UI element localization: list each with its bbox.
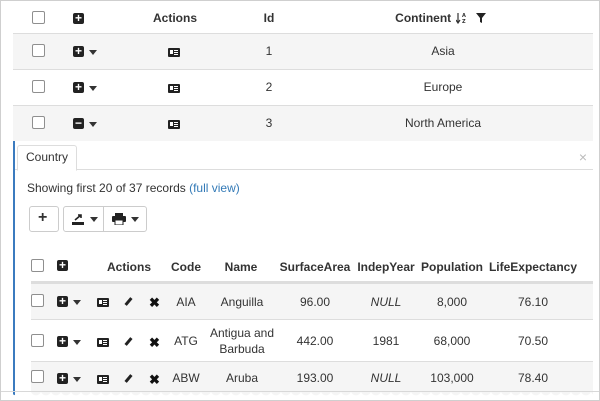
view-record-icon[interactable] [168,120,180,129]
delete-icon[interactable]: ✖ [149,295,160,311]
edit-icon[interactable] [124,337,133,346]
view-record-icon[interactable] [97,375,109,384]
row-checkbox[interactable] [32,80,45,93]
header-actions: Actions [152,11,197,25]
header-indep-year[interactable]: IndepYear [355,251,417,281]
detail-row[interactable]: + ✖ ATG Antigua and Barbuda 442.00 1981 … [31,319,593,362]
row-dropdown-caret-icon[interactable] [73,340,81,345]
export-caret-icon [90,217,98,222]
master-row[interactable]: + 1 Asia [13,33,593,69]
row-dropdown-caret-icon[interactable] [73,300,81,305]
row-dropdown-caret-icon[interactable] [89,50,97,55]
row-checkbox[interactable] [31,370,44,383]
close-icon[interactable]: × [579,149,587,165]
expand-row-icon[interactable]: + [57,295,68,307]
print-caret-icon [131,217,139,222]
view-record-icon[interactable] [97,338,109,347]
cell-life-expectancy: 78.40 [517,371,549,385]
cell-continent: Asia [431,44,455,58]
header-code[interactable]: Code [167,251,205,281]
cell-population: 103,000 [430,371,474,385]
detail-panel: Country × Showing first 20 of 37 records… [13,141,595,400]
row-dropdown-caret-icon[interactable] [89,122,97,127]
row-dropdown-caret-icon[interactable] [89,86,97,91]
cell-life-expectancy: 70.50 [517,334,549,348]
header-actions: Actions [106,260,151,274]
delete-icon[interactable]: ✖ [149,372,160,388]
header-continent[interactable]: Continent A Z [383,1,499,33]
detail-row[interactable]: + ✖ AIA Anguilla 96.00 NULL 8,000 76.10 [31,283,593,320]
view-record-icon[interactable] [168,48,180,57]
cell-continent: Europe [423,80,463,94]
master-row[interactable]: − 3 North America [13,105,593,141]
cell-indep-year: 1981 [372,334,400,348]
master-header-row: + Actions Id Continent A Z [13,1,593,33]
header-population[interactable]: Population [419,251,485,281]
detail-expand-all-icon[interactable]: + [57,259,68,271]
row-checkbox[interactable] [32,116,45,129]
cell-surface-area: 96.00 [299,295,331,309]
full-view-link[interactable]: (full view) [189,181,240,195]
sort-alpha-icon[interactable]: A Z [455,12,468,25]
cell-id: 2 [265,80,273,94]
svg-text:Z: Z [462,19,466,24]
cell-name: Anguilla [220,295,264,309]
plus-icon: + [38,209,48,226]
detail-select-all-checkbox[interactable] [31,259,44,272]
expand-row-icon[interactable]: + [73,45,84,57]
cell-continent: North America [404,116,482,130]
header-continent-label: Continent [395,11,452,25]
summary-text: Showing first 20 of 37 records [27,181,190,195]
detail-tab-bar: Country × [15,145,593,171]
cell-name: Aruba [225,371,259,385]
add-record-button[interactable]: + [29,206,59,232]
records-summary: Showing first 20 of 37 records (full vie… [27,181,240,195]
grid-container: + Actions Id Continent A Z + 1 Asia + 2 [0,0,600,401]
view-record-icon[interactable] [168,84,180,93]
cell-surface-area: 442.00 [296,334,334,348]
export-button[interactable] [63,206,105,232]
tab-country[interactable]: Country [17,145,78,171]
header-id[interactable]: Id [249,1,289,33]
expand-row-icon[interactable]: + [73,81,84,93]
cell-population: 68,000 [433,334,471,348]
expand-row-icon[interactable]: + [57,335,68,347]
detail-header-row: + Actions Code Name SurfaceArea IndepYea… [31,251,593,283]
export-icon [72,214,84,225]
cell-name-line1: Antigua and [209,326,275,340]
cell-indep-year: NULL [370,295,402,309]
cell-population: 8,000 [436,295,468,309]
cell-code: AIA [176,295,196,309]
collapse-row-icon[interactable]: − [73,117,84,129]
cell-name-line2: Barbuda [219,342,265,356]
cell-id: 1 [265,44,273,58]
cell-name: Antigua and Barbuda [207,325,277,357]
row-dropdown-caret-icon[interactable] [73,377,81,382]
torn-edge [1,390,599,400]
select-all-checkbox[interactable] [32,11,45,24]
master-row[interactable]: + 2 Europe [13,69,593,105]
filter-icon[interactable] [475,12,487,24]
cell-surface-area: 193.00 [296,371,334,385]
edit-icon[interactable] [124,297,133,306]
cell-code: ABW [172,371,200,385]
row-checkbox[interactable] [31,294,44,307]
header-life-expectancy[interactable]: LifeExpectancy [487,251,579,281]
print-icon [112,213,126,225]
print-button[interactable] [103,206,147,232]
delete-icon[interactable]: ✖ [149,335,160,351]
expand-all-icon[interactable]: + [73,12,84,24]
header-name[interactable]: Name [211,251,271,281]
row-checkbox[interactable] [32,44,45,57]
row-checkbox[interactable] [31,334,44,347]
cell-indep-year: NULL [370,371,402,385]
cell-code: ATG [174,334,198,348]
cell-id: 3 [265,116,273,130]
header-surface-area[interactable]: SurfaceArea [277,251,353,281]
edit-icon[interactable] [124,374,133,383]
expand-row-icon[interactable]: + [57,372,68,384]
cell-life-expectancy: 76.10 [517,295,549,309]
view-record-icon[interactable] [97,298,109,307]
